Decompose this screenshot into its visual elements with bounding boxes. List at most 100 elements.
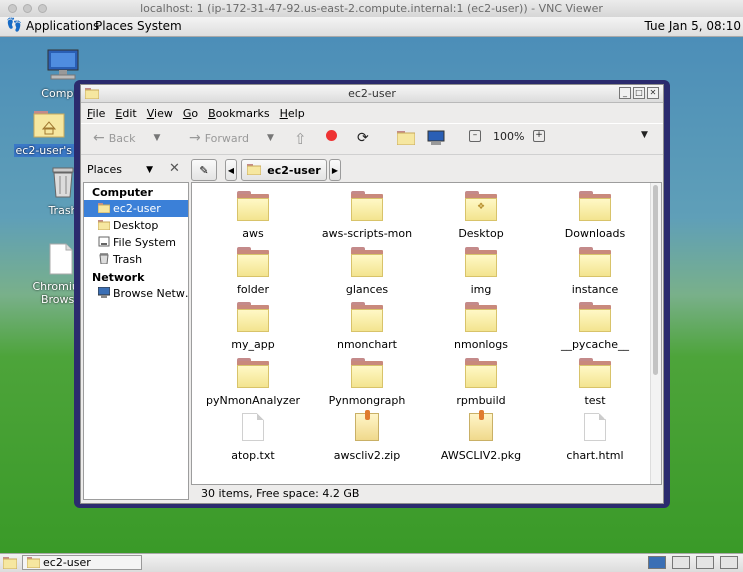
file-item[interactable]: folder <box>198 246 308 296</box>
file-item[interactable]: chart.html <box>540 413 650 462</box>
panel-clock[interactable]: Tue Jan 5, 08:10 <box>645 19 741 33</box>
path-scroll-left[interactable]: ◀ <box>225 159 237 181</box>
file-item[interactable]: test <box>540 357 650 407</box>
folder-icon <box>237 357 269 390</box>
zoom-in-button[interactable]: + <box>533 130 545 142</box>
sidebar-heading-network: Network <box>92 271 145 284</box>
path-button-current[interactable]: ec2-user <box>241 159 327 181</box>
file-item[interactable]: aws <box>198 191 308 240</box>
location-bar: Places ▼ ✕ ✎ ◀ ec2-user ▶ <box>81 154 663 185</box>
chevron-down-icon[interactable]: ▼ <box>153 133 160 143</box>
up-button[interactable]: ⇧ <box>294 130 307 148</box>
chevron-left-icon: ◀ <box>227 165 235 175</box>
file-item[interactable]: Pynmongraph <box>312 357 422 407</box>
edit-location-button[interactable]: ✎ <box>191 159 217 181</box>
scrollbar-thumb[interactable] <box>653 185 658 375</box>
zoom-in-icon: + <box>533 130 545 142</box>
toolbar-overflow[interactable]: ▼ <box>641 130 648 140</box>
workspace-3[interactable] <box>696 556 714 569</box>
file-manager-window: ec2-user _ □ ✕ File Edit View Go Bookmar… <box>80 84 664 504</box>
file-item[interactable]: nmonchart <box>312 302 422 351</box>
workspace-4[interactable] <box>720 556 738 569</box>
file-name: nmonlogs <box>454 338 508 351</box>
gnome-foot-icon[interactable]: 👣 <box>6 19 22 33</box>
file-item[interactable]: pyNmonAnalyzer <box>198 357 308 407</box>
panel-menu-places[interactable]: Places <box>95 19 133 33</box>
file-name: pyNmonAnalyzer <box>205 393 300 407</box>
file-name: glances <box>345 282 389 296</box>
folder-icon <box>351 357 383 390</box>
file-item[interactable]: awscliv2.zip <box>312 410 422 462</box>
back-arrow-icon: ← <box>93 130 105 146</box>
up-arrow-icon: ⇧ <box>294 130 307 148</box>
workspace-2[interactable] <box>672 556 690 569</box>
sidebar-item-desktop[interactable]: Desktop <box>84 217 188 234</box>
file-item[interactable]: Downloads <box>540 191 650 240</box>
file-icon <box>579 413 611 445</box>
file-name: atop.txt <box>231 449 275 462</box>
path-scroll-right[interactable]: ▶ <box>329 159 341 181</box>
menu-help[interactable]: Help <box>280 107 305 120</box>
window-title: ec2-user <box>348 87 396 100</box>
taskbar-item-ec2-user[interactable]: ec2-user <box>22 555 142 570</box>
file-name: instance <box>571 282 619 296</box>
file-item[interactable]: atop.txt <box>198 413 308 462</box>
folder-icon <box>465 357 497 390</box>
maximize-button[interactable]: □ <box>633 87 645 99</box>
file-item[interactable]: nmonlogs <box>426 302 536 351</box>
file-name: folder <box>237 282 269 296</box>
file-item[interactable]: aws-scripts-mon <box>312 191 422 240</box>
folder-icon <box>579 191 611 223</box>
file-name: my_app <box>231 338 275 351</box>
minimize-button[interactable]: _ <box>619 87 631 99</box>
file-name: awscliv2.zip <box>333 449 401 462</box>
stop-button[interactable] <box>326 130 337 141</box>
window-titlebar[interactable]: ec2-user _ □ ✕ <box>81 85 663 103</box>
file-name: chart.html <box>566 449 624 462</box>
file-name: aws-scripts-mon <box>321 227 413 240</box>
workspace-1[interactable] <box>648 556 666 569</box>
folder-icon <box>237 191 269 223</box>
chevron-down-icon[interactable]: ▼ <box>267 133 274 143</box>
folder-icon <box>579 246 611 279</box>
menu-file[interactable]: File <box>87 107 105 120</box>
side-pane-selector[interactable]: Places ▼ <box>87 161 157 179</box>
menu-bookmarks[interactable]: Bookmarks <box>208 107 269 120</box>
computer-button[interactable] <box>427 130 445 149</box>
menu-go[interactable]: Go <box>183 107 198 120</box>
close-pane-icon[interactable]: ✕ <box>169 161 180 176</box>
file-item[interactable]: my_app <box>198 302 308 351</box>
forward-button[interactable]: → Forward ▼ <box>189 130 274 146</box>
sidebar-item-browse-network[interactable]: Browse Netw… <box>84 285 188 302</box>
zoom-level[interactable]: 100% <box>493 130 524 143</box>
zoom-out-button[interactable]: – <box>469 130 481 142</box>
back-button[interactable]: ← Back ▼ <box>93 130 160 146</box>
file-item[interactable]: glances <box>312 246 422 296</box>
file-item[interactable]: rpmbuild <box>426 357 536 407</box>
file-item[interactable]: img <box>426 246 536 296</box>
file-name: AWSCLIV2.pkg <box>440 449 522 462</box>
menu-edit[interactable]: Edit <box>115 107 136 120</box>
sidebar-item-home[interactable]: ec2-user <box>84 200 188 217</box>
panel-menu-applications[interactable]: Applications <box>26 19 99 33</box>
sidebar-item-filesystem[interactable]: File System <box>84 234 188 251</box>
file-item[interactable]: AWSCLIV2.pkg <box>426 410 536 462</box>
bottom-panel: ec2-user <box>0 553 743 572</box>
show-desktop-icon[interactable] <box>2 556 18 572</box>
panel-menu-system[interactable]: System <box>137 19 182 33</box>
reload-button[interactable]: ⟳ <box>357 130 369 146</box>
places-sidebar: Computer ec2-user Desktop File System Tr… <box>83 182 189 500</box>
archive-icon <box>351 410 383 445</box>
file-item[interactable]: ❖ Desktop <box>426 191 536 240</box>
vertical-scrollbar[interactable] <box>650 183 661 484</box>
home-button[interactable] <box>396 130 416 148</box>
file-name: Pynmongraph <box>328 393 406 407</box>
file-item[interactable]: __pycache__ <box>540 302 650 351</box>
file-name: test <box>584 393 606 407</box>
file-name: nmonchart <box>337 338 397 351</box>
sidebar-item-trash[interactable]: Trash <box>84 251 188 268</box>
file-item[interactable]: instance <box>540 246 650 296</box>
desktop-folder-icon <box>97 219 111 233</box>
menu-view[interactable]: View <box>147 107 173 120</box>
close-button[interactable]: ✕ <box>647 87 659 99</box>
